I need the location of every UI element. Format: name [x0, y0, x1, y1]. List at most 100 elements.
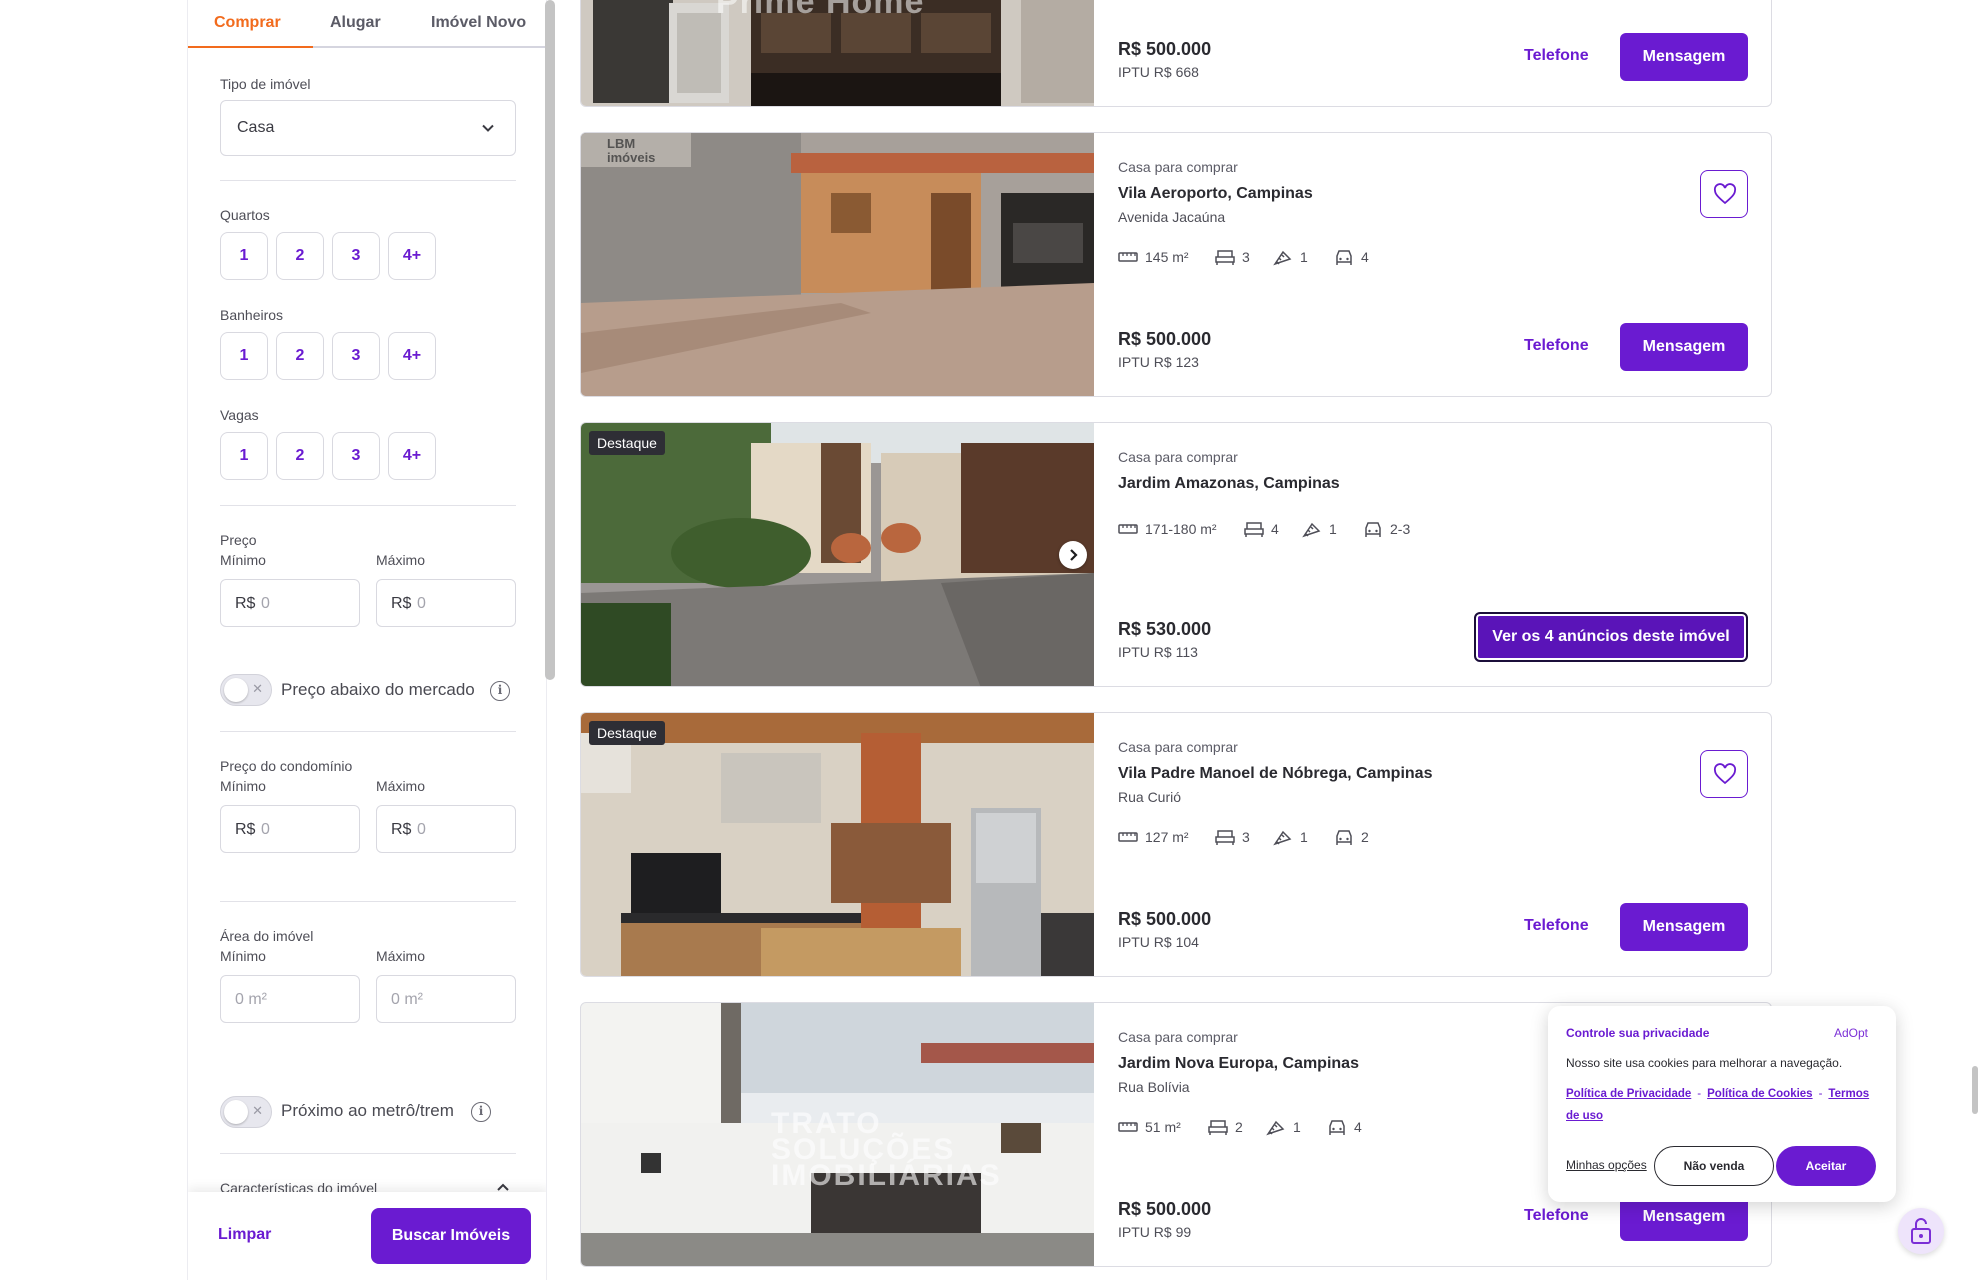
message-button[interactable]: Mensagem: [1620, 903, 1748, 951]
listing-photo[interactable]: LBM imóveis: [581, 133, 1094, 396]
listing-card[interactable]: Prime Home R$ 500.000 IPTU R$ 668 Telefo…: [580, 0, 1772, 107]
listing-card[interactable]: LBM imóveis Casa para comprar Vila Aerop…: [580, 132, 1772, 397]
property-type-value: Casa: [237, 119, 275, 136]
photo-watermark: Prime Home: [716, 0, 925, 21]
listing-title[interactable]: Jardim Nova Europa, Campinas: [1118, 1055, 1359, 1073]
parking-value: 4: [1361, 249, 1369, 265]
tab-alugar[interactable]: Alugar: [330, 14, 381, 32]
phone-button[interactable]: Telefone: [1524, 337, 1589, 355]
search-button[interactable]: Buscar Imóveis: [371, 1208, 531, 1264]
below-market-toggle[interactable]: ✕: [220, 674, 272, 706]
ruler-icon: [1118, 1122, 1138, 1132]
condo-min-input[interactable]: R$ 0: [220, 805, 360, 853]
parking-value: 2: [1361, 829, 1369, 845]
baths-option-1[interactable]: 1: [220, 332, 268, 380]
baths-option-3[interactable]: 3: [332, 332, 380, 380]
listing-photo[interactable]: Prime Home: [581, 0, 1094, 106]
photo-watermark: TRATO SOLUÇÕES IMOBILIÁRIAS: [771, 1107, 1002, 1192]
my-options-link[interactable]: Minhas opções: [1566, 1158, 1647, 1172]
listing-price: R$ 530.000: [1118, 619, 1212, 639]
listing-title[interactable]: Vila Padre Manoel de Nóbrega, Campinas: [1118, 765, 1432, 783]
price-min-label: Mínimo: [220, 552, 266, 568]
baths-option-2[interactable]: 2: [276, 332, 324, 380]
metro-toggle[interactable]: ✕: [220, 1096, 272, 1128]
cookie-policy-link[interactable]: Política de Cookies: [1707, 1088, 1812, 1100]
price-min-input[interactable]: R$ 0: [220, 579, 360, 627]
featured-badge: Destaque: [589, 431, 665, 455]
favorite-button[interactable]: [1700, 750, 1748, 798]
phone-button[interactable]: Telefone: [1524, 1207, 1589, 1225]
area-max-input[interactable]: 0 m²: [376, 975, 516, 1023]
rooms-option-4plus[interactable]: 4+: [388, 232, 436, 280]
info-icon[interactable]: i: [471, 1102, 491, 1122]
divider: [220, 901, 516, 902]
page-scrollbar[interactable]: [1972, 1066, 1978, 1114]
chevron-right-icon: [1070, 549, 1078, 561]
message-button[interactable]: Mensagem: [1620, 33, 1748, 81]
listing-card[interactable]: Destaque Casa para comprar Vila Padre Ma…: [580, 712, 1772, 977]
next-photo-button[interactable]: [1059, 541, 1087, 569]
parking-value: 2-3: [1390, 521, 1411, 537]
rooms-option-2[interactable]: 2: [276, 232, 324, 280]
phone-button[interactable]: Telefone: [1524, 47, 1589, 65]
tab-imovel-novo[interactable]: Imóvel Novo: [431, 14, 526, 32]
favorite-button[interactable]: [1700, 170, 1748, 218]
listing-photo[interactable]: TRATO SOLUÇÕES IMOBILIÁRIAS: [581, 1003, 1094, 1266]
listing-price: R$ 500.000: [1118, 329, 1212, 349]
listing-type: Casa para comprar: [1118, 159, 1238, 175]
currency-prefix: R$: [391, 821, 412, 838]
parking-option-3[interactable]: 3: [332, 432, 380, 480]
listing-photo[interactable]: Destaque: [581, 423, 1094, 686]
area-min-input[interactable]: 0 m²: [220, 975, 360, 1023]
property-type-select[interactable]: Casa: [220, 100, 516, 156]
ruler-icon: [1118, 252, 1138, 262]
listing-title[interactable]: Jardim Amazonas, Campinas: [1118, 475, 1340, 493]
below-market-label: Preço abaixo do mercado: [281, 680, 475, 699]
rooms-option-3[interactable]: 3: [332, 232, 380, 280]
privacy-settings-button[interactable]: [1898, 1208, 1944, 1254]
toggle-off-icon: ✕: [252, 1103, 263, 1118]
listing-type: Casa para comprar: [1118, 1029, 1238, 1045]
listing-card[interactable]: Destaque Casa para comprar Jardim Amazon…: [580, 422, 1772, 687]
baths-option-4plus[interactable]: 4+: [388, 332, 436, 380]
kitchen-photo: [581, 713, 1094, 976]
divider: [220, 1153, 516, 1154]
currency-prefix: R$: [235, 595, 256, 612]
do-not-sell-button[interactable]: Não venda: [1654, 1146, 1774, 1186]
phone-button[interactable]: Telefone: [1524, 917, 1589, 935]
shower-icon: [1273, 830, 1292, 846]
view-all-listings-button[interactable]: Ver os 4 anúncios deste imóvel: [1474, 612, 1748, 662]
area-min-placeholder: 0 m²: [235, 991, 267, 1008]
divider: [220, 180, 516, 181]
sidebar-scrollbar[interactable]: [545, 0, 555, 680]
area-label: Área do imóvel: [220, 928, 314, 944]
shower-icon: [1273, 250, 1292, 266]
clear-button[interactable]: Limpar: [218, 1226, 271, 1244]
listing-photo[interactable]: Destaque: [581, 713, 1094, 976]
cookie-brand[interactable]: AdOpt: [1834, 1026, 1868, 1040]
message-button[interactable]: Mensagem: [1620, 323, 1748, 371]
accept-cookies-button[interactable]: Aceitar: [1776, 1146, 1876, 1186]
condo-max-placeholder: 0: [417, 821, 426, 838]
baths-value: 1: [1300, 829, 1308, 845]
privacy-policy-link[interactable]: Política de Privacidade: [1566, 1088, 1691, 1100]
baths-value: 1: [1300, 249, 1308, 265]
metro-label: Próximo ao metrô/trem: [281, 1101, 454, 1120]
tab-comprar[interactable]: Comprar: [214, 14, 281, 32]
rooms-option-1[interactable]: 1: [220, 232, 268, 280]
price-max-input[interactable]: R$ 0: [376, 579, 516, 627]
chevron-up-icon[interactable]: [496, 1182, 510, 1192]
bed-icon: [1244, 522, 1264, 537]
cookie-links: Política de Privacidade - Política de Cook…: [1566, 1088, 1870, 1122]
baths-label: Banheiros: [220, 307, 284, 323]
cookie-title: Controle sua privacidade: [1566, 1026, 1710, 1040]
ruler-icon: [1118, 832, 1138, 842]
info-icon[interactable]: i: [490, 681, 510, 701]
listing-title[interactable]: Vila Aeroporto, Campinas: [1118, 185, 1313, 203]
parking-option-1[interactable]: 1: [220, 432, 268, 480]
parking-option-4plus[interactable]: 4+: [388, 432, 436, 480]
parking-option-2[interactable]: 2: [276, 432, 324, 480]
lock-icon: [1911, 1218, 1931, 1244]
condo-max-input[interactable]: R$ 0: [376, 805, 516, 853]
cookie-text: Nosso site usa cookies para melhorar a n…: [1566, 1056, 1843, 1070]
